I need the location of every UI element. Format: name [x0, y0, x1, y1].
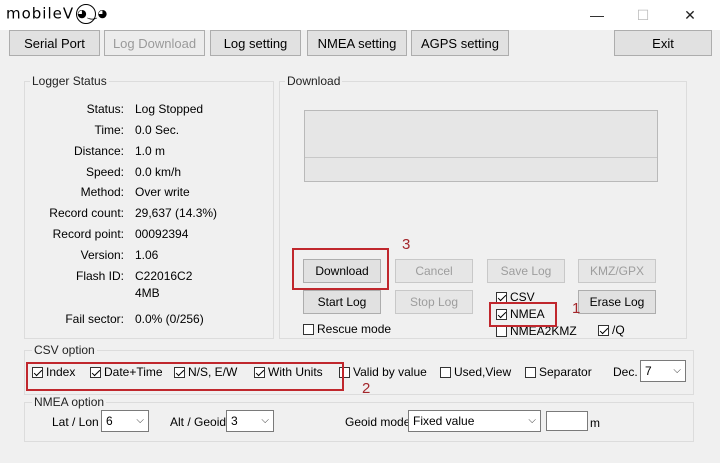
annotation-number-3: 3	[402, 236, 411, 253]
annotation-number-2: 2	[362, 380, 371, 397]
erase-log-button[interactable]: Erase Log	[578, 290, 656, 314]
lat-lon-select[interactable]: 6 ⌵	[101, 410, 149, 432]
lat-lon-select-value: 6	[106, 414, 113, 428]
speed-value: 0.0 km/h	[135, 165, 182, 179]
rescue-mode-label: Rescue mode	[317, 322, 392, 336]
status-label: Status:	[86, 102, 124, 116]
progress-divider	[305, 157, 657, 158]
status-value: Log Stopped	[135, 102, 204, 116]
version-value: 1.06	[135, 248, 159, 262]
speed-label: Speed:	[85, 165, 124, 179]
tab-serial-port[interactable]: Serial Port	[9, 30, 100, 56]
annotation-box-1	[489, 302, 557, 327]
version-label: Version:	[80, 248, 124, 262]
q-check-icon	[598, 325, 609, 336]
annotation-box-2	[26, 362, 344, 391]
geoid-value-input[interactable]	[546, 411, 588, 431]
close-button[interactable]: ✕	[667, 0, 713, 30]
distance-value: 1.0 m	[135, 144, 166, 158]
time-label: Time:	[94, 123, 124, 137]
annotation-number-1: 1	[572, 300, 581, 317]
tab-log-setting[interactable]: Log setting	[210, 30, 301, 56]
minimize-button[interactable]: —	[574, 0, 620, 30]
csv-option-title: CSV option	[32, 343, 97, 357]
smiley-icon: ◕‿◕	[76, 4, 107, 24]
logger-status-title: Logger Status	[30, 74, 109, 88]
record-point-value: 00092394	[135, 227, 189, 241]
chevron-down-icon: ⌵	[136, 415, 144, 426]
app-logo: mobileV ◕‿◕	[6, 4, 107, 24]
method-value: Over write	[135, 185, 190, 199]
cancel-button[interactable]: Cancel	[395, 259, 473, 283]
flash-id-label: Flash ID:	[75, 269, 124, 283]
distance-label: Distance:	[73, 144, 124, 158]
rescue-check-icon	[303, 324, 314, 335]
exit-button[interactable]: Exit	[614, 30, 712, 56]
tab-log-download[interactable]: Log Download	[104, 30, 205, 56]
start-log-button[interactable]: Start Log	[303, 290, 381, 314]
flash-size-value: 4MB	[135, 286, 160, 300]
dec-select[interactable]: 7 ⌵	[640, 360, 686, 382]
record-count-label: Record count:	[49, 206, 124, 220]
fail-sector-value: 0.0% (0/256)	[135, 312, 204, 326]
rescue-mode-checkbox[interactable]: Rescue mode	[303, 322, 391, 336]
download-progress-area	[304, 110, 658, 182]
tab-nmea-setting[interactable]: NMEA setting	[307, 30, 407, 56]
valid-by-value-checkbox[interactable]: Valid by value	[339, 365, 427, 379]
method-label: Method:	[80, 185, 124, 199]
geoid-model-label: Geoid model	[345, 415, 414, 429]
dec-label: Dec.	[613, 365, 638, 379]
alt-geoid-select[interactable]: 3 ⌵	[226, 410, 274, 432]
download-title: Download	[285, 74, 343, 88]
q-label: /Q	[612, 323, 625, 337]
time-value: 0.0 Sec.	[135, 123, 180, 137]
separator-check-icon	[525, 367, 536, 378]
chevron-down-icon: ⌵	[673, 365, 681, 376]
nmea-option-title: NMEA option	[32, 395, 107, 409]
flash-id-value: C22016C2	[135, 269, 193, 283]
geoid-model-select[interactable]: Fixed value ⌵	[408, 410, 541, 432]
separator-label: Separator	[539, 365, 592, 379]
used-view-label: Used,View	[454, 365, 512, 379]
record-count-value: 29,637 (14.3%)	[135, 206, 218, 220]
maximize-button[interactable]: ☐	[620, 0, 666, 30]
annotation-box-3	[292, 248, 389, 290]
dec-select-value: 7	[645, 364, 652, 378]
lat-lon-label: Lat / Lon	[52, 415, 99, 429]
used-view-checkbox[interactable]: Used,View	[440, 365, 511, 379]
q-checkbox[interactable]: /Q	[598, 323, 625, 337]
geoid-unit-label: m	[590, 416, 600, 430]
chevron-down-icon: ⌵	[261, 415, 269, 426]
tab-agps-setting[interactable]: AGPS setting	[411, 30, 509, 56]
chevron-down-icon: ⌵	[528, 415, 536, 426]
record-point-label: Record point:	[52, 227, 124, 241]
app-logo-text: mobileV	[6, 4, 75, 23]
nmea2kmz-check-icon	[496, 326, 507, 337]
alt-geoid-select-value: 3	[231, 414, 238, 428]
used-view-check-icon	[440, 367, 451, 378]
stop-log-button[interactable]: Stop Log	[395, 290, 473, 314]
kmz-gpx-button[interactable]: KMZ/GPX	[578, 259, 656, 283]
geoid-model-select-value: Fixed value	[413, 414, 475, 428]
fail-sector-label: Fail sector:	[65, 312, 124, 326]
separator-checkbox[interactable]: Separator	[525, 365, 592, 379]
alt-geoid-label: Alt / Geoid	[170, 415, 227, 429]
save-log-button[interactable]: Save Log	[487, 259, 565, 283]
valid-by-value-label: Valid by value	[353, 365, 427, 379]
